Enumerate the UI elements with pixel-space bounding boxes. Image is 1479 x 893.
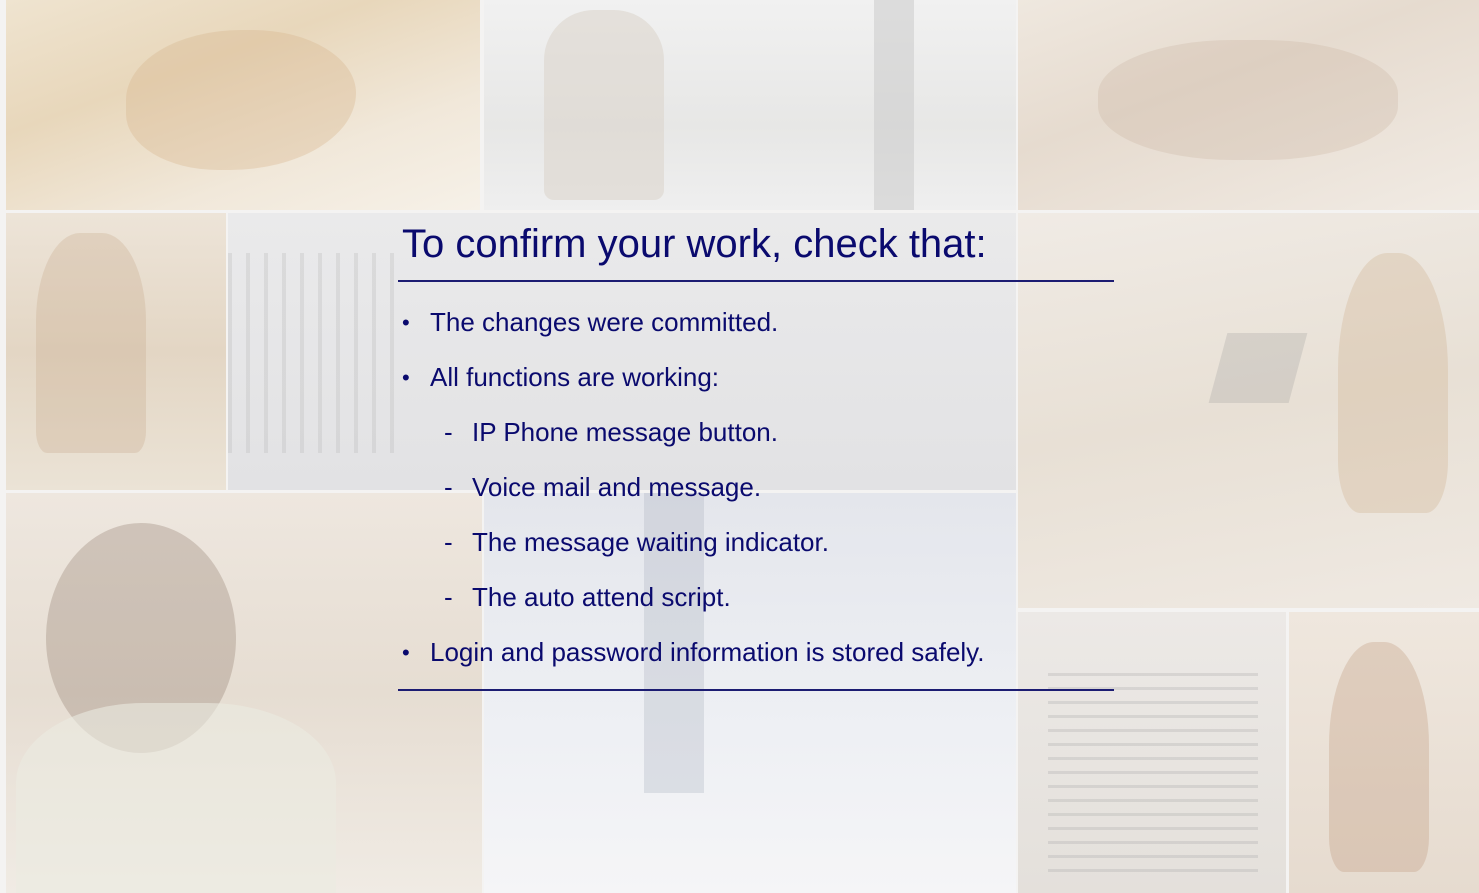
checklist-subitem: - The message waiting indicator. — [398, 515, 1114, 570]
checklist-subitem-text: IP Phone message button. — [472, 417, 778, 447]
checklist-subitem: - IP Phone message button. — [398, 405, 1114, 460]
checklist-subitem-text: Voice mail and message. — [472, 472, 762, 502]
bullet-icon: • — [402, 640, 410, 665]
bottom-divider — [398, 689, 1114, 691]
dash-icon: - — [444, 582, 453, 612]
checklist-item: • All functions are working: — [398, 350, 1114, 405]
woman-at-computer-photo — [1289, 612, 1479, 893]
checklist-subitem-text: The message waiting indicator. — [472, 527, 829, 557]
checklist-item-text: The changes were committed. — [430, 307, 779, 337]
checklist-subitem: - Voice mail and message. — [398, 460, 1114, 515]
dash-icon: - — [444, 527, 453, 557]
office-photo — [6, 213, 226, 490]
dash-icon: - — [444, 472, 453, 502]
checklist-item-text: All functions are working: — [430, 362, 720, 392]
checklist: • The changes were committed. • All func… — [398, 295, 1114, 680]
checklist-item: • Login and password information is stor… — [398, 625, 1114, 680]
slide-content: To confirm your work, check that: • The … — [398, 218, 1114, 691]
checklist-item-text: Login and password information is stored… — [430, 637, 985, 667]
checklist-subitem: - The auto attend script. — [398, 570, 1114, 625]
meeting-photo — [1018, 0, 1479, 210]
checklist-subitem-text: The auto attend script. — [472, 582, 731, 612]
checklist-item: • The changes were committed. — [398, 295, 1114, 350]
slide-heading: To confirm your work, check that: — [398, 218, 1114, 282]
bullet-icon: • — [402, 310, 410, 335]
handshake-photo — [6, 0, 480, 210]
bullet-icon: • — [402, 365, 410, 390]
man-at-workstation-photo — [484, 0, 1016, 210]
dash-icon: - — [444, 417, 453, 447]
